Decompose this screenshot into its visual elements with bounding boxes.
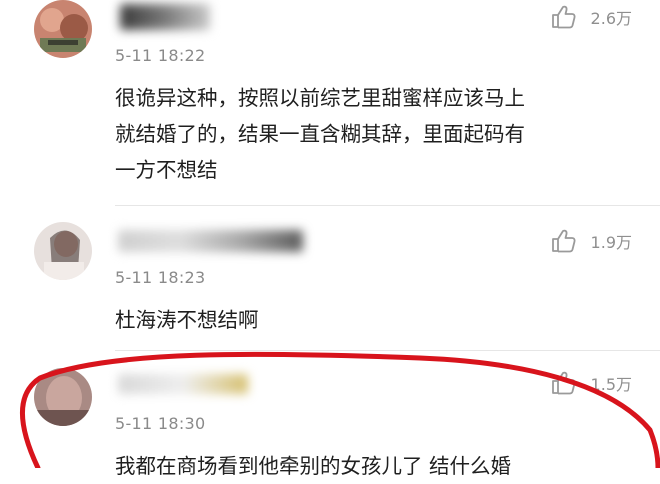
like-button[interactable]: 1.9万: [549, 226, 632, 256]
comment-time: 5-11 18:30: [115, 414, 206, 433]
comment-text: 杜海涛不想结啊: [115, 302, 645, 338]
comment-line: 一方不想结: [115, 158, 218, 182]
like-count: 2.6万: [590, 9, 632, 28]
divider: [115, 350, 660, 351]
thumbs-up-icon: [551, 229, 576, 253]
like-button[interactable]: 1.5万: [549, 368, 632, 398]
username-redacted[interactable]: [118, 230, 303, 252]
comment-item: 5-11 18:22 2.6万 很诡异这种，按照以前综艺里甜蜜样应该马上 就结婚…: [0, 0, 660, 210]
like-button[interactable]: 2.6万: [549, 2, 632, 32]
comment-line: 就结婚了的，结果一直含糊其辞，里面起码有: [115, 122, 525, 146]
username-redacted[interactable]: [118, 374, 248, 394]
thumbs-up-icon: [551, 5, 576, 29]
thumbs-up-icon: [551, 371, 576, 395]
comment-line: 杜海涛不想结啊: [115, 308, 259, 332]
comment-text: 很诡异这种，按照以前综艺里甜蜜样应该马上 就结婚了的，结果一直含糊其辞，里面起码…: [115, 80, 645, 188]
like-count: 1.9万: [590, 233, 632, 252]
avatar[interactable]: [34, 0, 92, 58]
comment-item: 5-11 18:30 1.5万 我都在商场看到他牵别的女孩儿了 结什么婚: [0, 356, 660, 478]
avatar[interactable]: [34, 368, 92, 426]
comment-time: 5-11 18:23: [115, 268, 206, 287]
divider: [115, 205, 660, 206]
comment-line: 很诡异这种，按照以前综艺里甜蜜样应该马上: [115, 86, 525, 110]
comment-item: 5-11 18:23 1.9万 杜海涛不想结啊: [0, 218, 660, 351]
comment-line: 我都在商场看到他牵别的女孩儿了 结什么婚: [115, 454, 512, 478]
comment-time: 5-11 18:22: [115, 46, 206, 65]
comment-text: 我都在商场看到他牵别的女孩儿了 结什么婚: [115, 448, 660, 484]
avatar[interactable]: [34, 222, 92, 280]
username-redacted[interactable]: [120, 4, 210, 30]
like-count: 1.5万: [590, 375, 632, 394]
